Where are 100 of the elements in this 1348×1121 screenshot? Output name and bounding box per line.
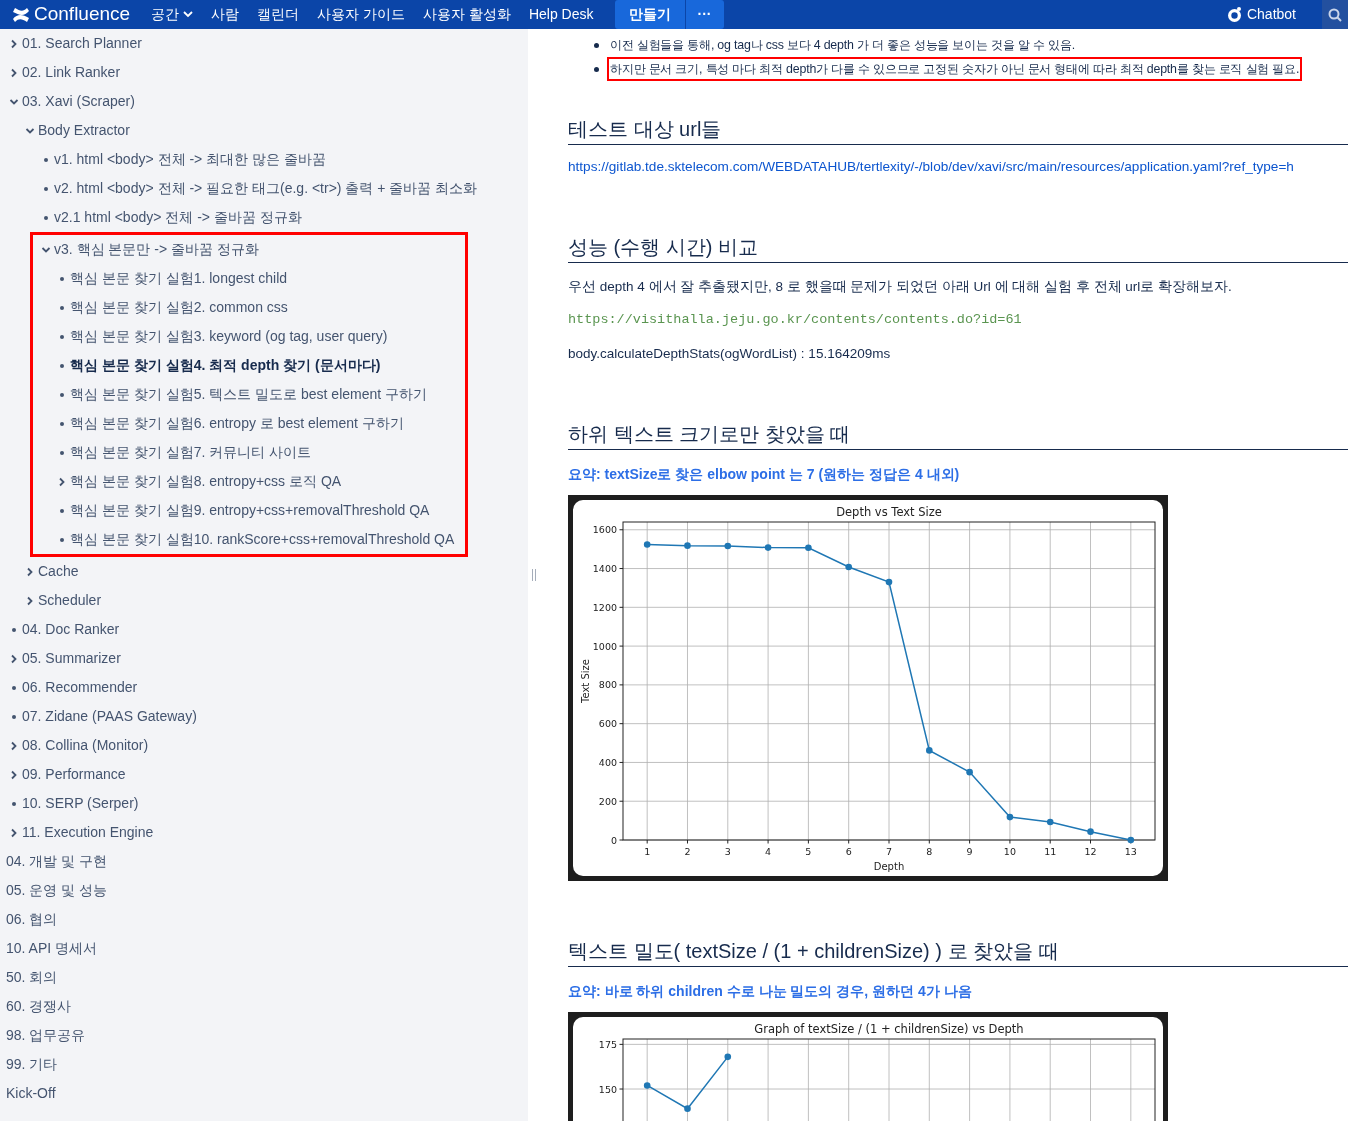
data-point — [1087, 828, 1094, 836]
bullet-icon — [12, 627, 16, 632]
data-point — [885, 578, 893, 586]
axis-tick-label: 1 — [644, 846, 651, 858]
chevron-right-icon[interactable] — [10, 740, 18, 751]
data-point — [1127, 836, 1135, 844]
nav-menu-item[interactable]: 사용자 활성화 — [414, 0, 520, 29]
page-tree-item[interactable]: 핵심 본문 찾기 실험2. common css — [70, 297, 288, 318]
bullet-icon — [60, 508, 64, 513]
chart-title: Depth vs Text Size — [836, 505, 942, 520]
axis-tick-label: 3 — [724, 846, 731, 858]
chevron-down-icon[interactable] — [41, 245, 51, 254]
page-tree-item[interactable]: v3. 핵심 본문만 -> 줄바꿈 정규화 — [54, 239, 259, 260]
page-tree-item[interactable]: Body Extractor — [38, 120, 130, 141]
chevron-right-icon[interactable] — [26, 595, 34, 606]
page-tree-item[interactable]: 09. Performance — [22, 764, 126, 785]
page-tree-item[interactable]: 02. Link Ranker — [22, 62, 121, 83]
axis-tick-label: 175 — [598, 1039, 617, 1050]
page-tree-item[interactable]: 핵심 본문 찾기 실험8. entropy+css 로직 QA — [70, 471, 342, 492]
chevron-right-icon[interactable] — [26, 566, 34, 577]
section-heading: 텍스트 밀도( textSize / (1 + childrenSize) ) 로 찾았을 때 — [568, 939, 1348, 968]
chevron-right-icon[interactable] — [10, 653, 18, 664]
url-link[interactable]: https://gitlab.tde.sktelecom.com/WEBDATAHUB/tertlexity/-/blob/dev/xavi/src/main/resources/application.yaml?ref_type=h — [568, 157, 1294, 178]
data-point — [805, 544, 812, 552]
resize-handle-icon[interactable] — [531, 569, 537, 581]
nav-menu-item[interactable]: 사용자 가이드 — [308, 0, 414, 29]
axis-tick-label: 400 — [598, 757, 617, 769]
page-tree-item[interactable]: 10. API 명세서 — [6, 938, 98, 959]
page-tree-item[interactable]: 06. 협의 — [6, 909, 58, 930]
page-tree-item[interactable]: 핵심 본문 찾기 실험7. 커뮤니티 사이트 — [70, 442, 312, 463]
data-point — [1046, 818, 1054, 826]
bullet-icon — [594, 66, 599, 72]
chevron-right-icon[interactable] — [10, 827, 18, 838]
page-tree-item[interactable]: 04. 개발 및 구현 — [6, 851, 108, 872]
bullet-icon — [60, 276, 64, 281]
bullet-text: 이전 실험들을 통해, og tag나 css 보다 4 depth 가 더 좋은 성능을 보이는 것을 알 수 있음. — [609, 37, 1076, 54]
page-tree-item[interactable]: 99. 기타 — [6, 1054, 58, 1075]
bullet-icon — [44, 215, 48, 220]
bullet-icon — [44, 157, 48, 162]
page-tree-item[interactable]: 05. Summarizer — [22, 648, 121, 669]
app-name[interactable]: Confluence — [34, 0, 131, 29]
page-tree-item[interactable]: 03. Xavi (Scraper) — [22, 91, 135, 112]
nav-menu-item[interactable]: Help Desk — [519, 0, 603, 29]
bullet-text: 하지만 문서 크기, 특성 마다 최적 depth가 다를 수 있으므로 고정된 숫자가 아닌 문서 형태에 따라 최적 depth를 찾는 로직 실험 필요. — [607, 57, 1303, 81]
page-tree-item[interactable]: 98. 업무공유 — [6, 1025, 86, 1046]
more-button[interactable]: ··· — [684, 0, 724, 29]
page-tree-item[interactable]: 핵심 본문 찾기 실험5. 텍스트 밀도로 best element 구하기 — [70, 384, 428, 405]
page-tree-item[interactable]: 핵심 본문 찾기 실험3. keyword (og tag, user query) — [70, 326, 388, 347]
page-tree-item[interactable]: 10. SERP (Serper) — [22, 793, 139, 814]
page-tree-item[interactable]: 05. 운영 및 성능 — [6, 880, 108, 901]
page-tree-item[interactable]: v2.1 html <body> 전체 -> 줄바꿈 정규화 — [54, 207, 302, 228]
create-button[interactable]: 만들기 — [614, 0, 685, 29]
page-tree-item[interactable]: Kick-Off — [6, 1083, 56, 1104]
paragraph-text: 우선 depth 4 에서 잘 추출됐지만, 8 로 했을때 문제가 되었던 아래 Url 에 대해 실험 후 전체 url로 확장해보자. — [568, 278, 1233, 297]
bullet-icon — [12, 801, 16, 806]
chatbot-button[interactable]: Chatbot — [1219, 3, 1302, 26]
page-tree-item[interactable]: 01. Search Planner — [22, 33, 142, 54]
bullet-icon — [12, 714, 16, 719]
axis-tick-label: 1600 — [592, 524, 617, 536]
axis-tick-label: 4 — [765, 846, 772, 858]
nav-menu-item[interactable]: 공간 — [142, 0, 203, 29]
page-tree-item[interactable]: 08. Collina (Monitor) — [22, 735, 149, 756]
page-tree-item[interactable]: 핵심 본문 찾기 실험6. entropy 로 best element 구하기 — [70, 413, 404, 434]
axis-tick-label: 9 — [966, 846, 973, 858]
page-tree-item[interactable]: 04. Doc Ranker — [22, 619, 120, 640]
axis-tick-label: 8 — [926, 846, 933, 858]
logo-icon[interactable] — [12, 6, 30, 23]
section-heading: 성능 (수행 시간) 비교 — [568, 235, 1348, 264]
page-tree-item[interactable]: 50. 회의 — [6, 967, 58, 988]
bullet-icon — [594, 42, 599, 48]
page-tree-item[interactable]: 60. 경쟁사 — [6, 996, 72, 1017]
chevron-right-icon[interactable] — [58, 476, 66, 487]
nav-menu-item[interactable]: 캘린더 — [248, 0, 309, 29]
nav-menu-item[interactable]: 사람 — [202, 0, 249, 29]
page-tree-item[interactable]: 06. Recommender — [22, 677, 138, 698]
page-tree-item[interactable]: v1. html <body> 전체 -> 최대한 많은 줄바꿈 — [54, 149, 326, 170]
axis-tick-label: 600 — [598, 718, 617, 730]
bullet-icon — [60, 537, 64, 542]
chevron-down-icon[interactable] — [9, 97, 19, 106]
axis-tick-label: 7 — [886, 846, 892, 858]
chevron-right-icon[interactable] — [10, 38, 18, 49]
search-button[interactable] — [1322, 0, 1348, 29]
bullet-icon — [60, 421, 64, 426]
y-axis-label: Text Size — [580, 659, 591, 704]
page-tree-item[interactable]: Scheduler — [38, 590, 102, 611]
page-tree-item[interactable]: 핵심 본문 찾기 실험10. rankScore+css+removalThreshold QA — [70, 529, 455, 550]
bullet-icon — [60, 450, 64, 455]
page-tree-item[interactable]: 핵심 본문 찾기 실험1. longest child — [70, 268, 288, 289]
chevron-right-icon[interactable] — [10, 769, 18, 780]
chevron-right-icon[interactable] — [10, 67, 18, 78]
page-tree-item[interactable]: Cache — [38, 561, 79, 582]
data-point — [643, 1082, 651, 1089]
section-heading: 하위 텍스트 크기로만 찾았을 때 — [568, 422, 1348, 451]
chevron-down-icon[interactable] — [25, 126, 35, 135]
page-tree-item[interactable]: 07. Zidane (PAAS Gateway) — [22, 706, 197, 727]
axis-tick-label: 13 — [1124, 846, 1137, 858]
page-tree-item[interactable]: 11. Execution Engine — [22, 822, 154, 843]
page-tree-item[interactable]: 핵심 본문 찾기 실험4. 최적 depth 찾기 (문서마다) — [70, 355, 381, 376]
page-tree-item[interactable]: 핵심 본문 찾기 실험9. entropy+css+removalThreshold QA — [70, 500, 430, 521]
page-tree-item[interactable]: v2. html <body> 전체 -> 필요한 태그(e.g. <tr>) 출력 + 줄바꿈 최소화 — [54, 178, 478, 199]
